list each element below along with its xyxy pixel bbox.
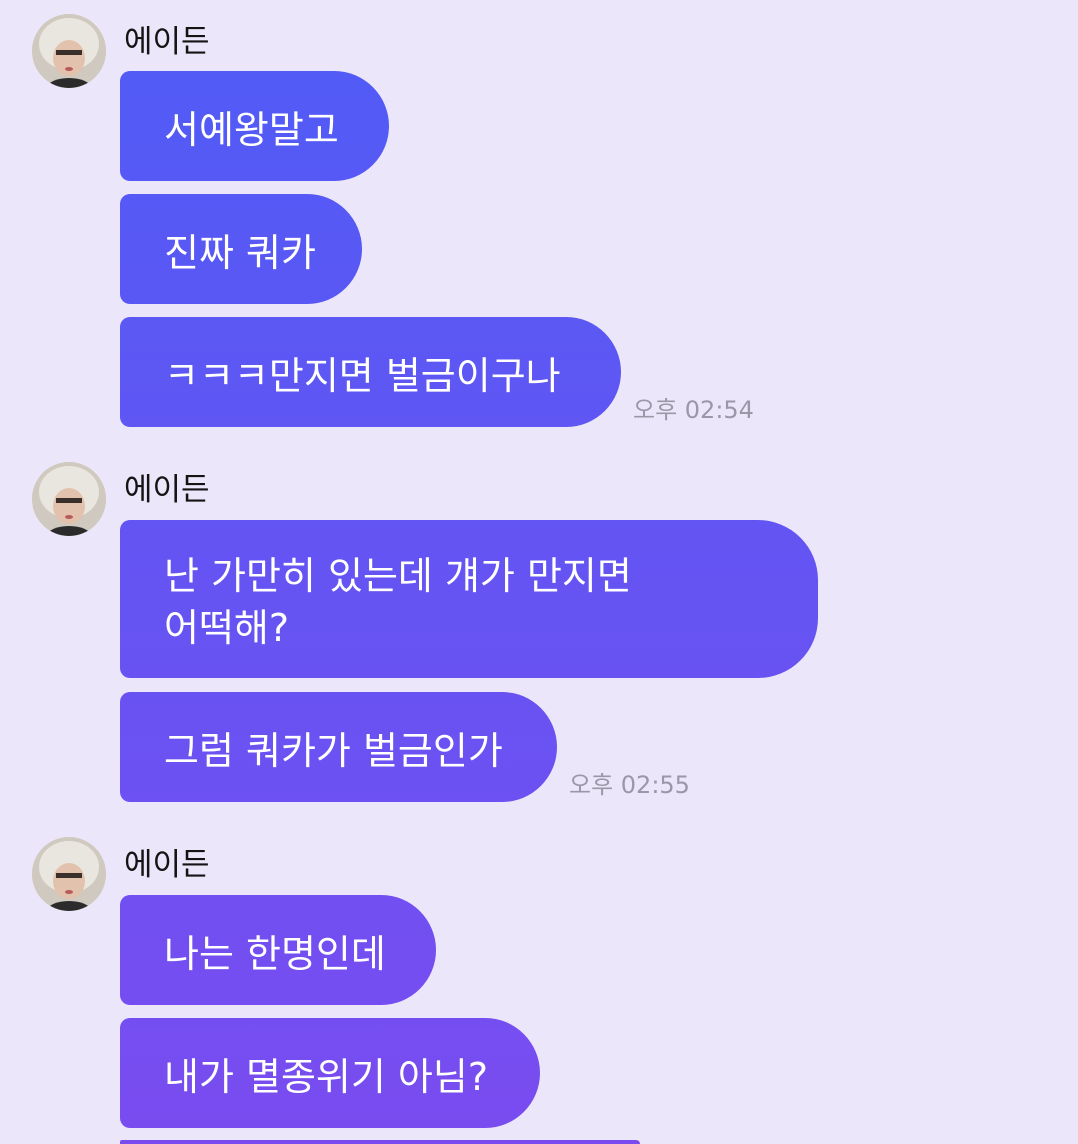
chat-area[interactable]: 에이든 서예왕말고 진짜 쿼카 ㅋㅋㅋ만지면 벌금이구나 오후 02:54 에이…: [0, 0, 1078, 1144]
message-text: 서예왕말고: [164, 107, 339, 152]
message-bubble[interactable]: 난 가만히 있는데 걔가 만지면 어떡해?: [120, 520, 818, 678]
sender-name: 에이든: [124, 847, 210, 883]
avatar[interactable]: [32, 14, 106, 88]
message-bubble[interactable]: ㅋㅋㅋ만지면 벌금이구나: [120, 317, 621, 427]
message-bubble[interactable]: 그럼 쿼카가 벌금인가: [120, 692, 557, 802]
message-bubble-partial[interactable]: [120, 1140, 640, 1144]
avatar[interactable]: [32, 837, 106, 911]
message-text: 그럼 쿼카가 벌금인가: [164, 728, 503, 773]
message-text: 진짜 쿼카: [164, 230, 316, 275]
message-text: 내가 멸종위기 아님?: [164, 1054, 489, 1099]
sender-name: 에이든: [124, 472, 210, 508]
message-bubble[interactable]: 진짜 쿼카: [120, 194, 362, 304]
message-text: 나는 한명인데: [164, 931, 386, 976]
avatar[interactable]: [32, 462, 106, 536]
message-bubble[interactable]: 내가 멸종위기 아님?: [120, 1018, 540, 1128]
message-bubble[interactable]: 나는 한명인데: [120, 895, 436, 1005]
message-text: ㅋㅋㅋ만지면 벌금이구나: [164, 353, 561, 398]
message-timestamp: 오후 02:54: [633, 396, 754, 424]
message-text: 난 가만히 있는데 걔가 만지면 어떡해?: [164, 554, 632, 650]
sender-name: 에이든: [124, 24, 210, 60]
message-bubble[interactable]: 서예왕말고: [120, 71, 389, 181]
message-timestamp: 오후 02:55: [569, 771, 690, 799]
